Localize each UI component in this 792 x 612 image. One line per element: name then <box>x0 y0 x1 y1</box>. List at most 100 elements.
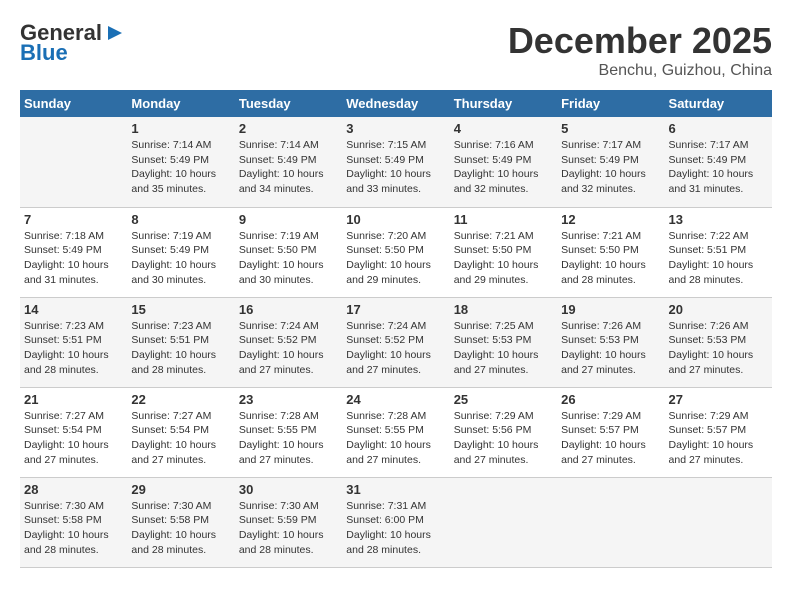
calendar-cell: 31 Sunrise: 7:31 AMSunset: 6:00 PMDayligh… <box>342 477 449 567</box>
header-sunday: Sunday <box>20 90 127 117</box>
calendar-cell: 23Sunrise: 7:28 AMSunset: 5:55 PMDayligh… <box>235 387 342 477</box>
day-number: 22 <box>131 392 230 407</box>
day-number: 26 <box>561 392 660 407</box>
day-info: Sunrise: 7:14 AMSunset: 5:49 PMDaylight:… <box>239 138 338 197</box>
day-info: Sunrise: 7:16 AMSunset: 5:49 PMDaylight:… <box>454 138 553 197</box>
day-info: Sunrise: 7:30 AMSunset: 5:58 PMDaylight:… <box>24 499 123 558</box>
calendar-cell: 6 Sunrise: 7:17 AMSunset: 5:49 PMDaylight… <box>665 117 772 207</box>
day-number: 21 <box>24 392 123 407</box>
calendar-cell: 19 Sunrise: 7:26 AMSunset: 5:53 PMDayligh… <box>557 297 664 387</box>
calendar-cell: 22 Sunrise: 7:27 AMSunset: 5:54 PMDayligh… <box>127 387 234 477</box>
day-number: 14 <box>24 302 123 317</box>
day-number: 12 <box>561 212 660 227</box>
day-number: 1 <box>131 121 230 136</box>
calendar-week-3: 14 Sunrise: 7:23 AMSunset: 5:51 PMDayligh… <box>20 297 772 387</box>
day-number: 3 <box>346 121 445 136</box>
day-info: Sunrise: 7:24 AMSunset: 5:52 PMDaylight:… <box>239 319 338 378</box>
calendar-week-5: 28Sunrise: 7:30 AMSunset: 5:58 PMDayligh… <box>20 477 772 567</box>
calendar-cell <box>557 477 664 567</box>
day-info: Sunrise: 7:15 AMSunset: 5:49 PMDaylight:… <box>346 138 445 197</box>
calendar-cell: 30 Sunrise: 7:30 AMSunset: 5:59 PMDayligh… <box>235 477 342 567</box>
day-number: 2 <box>239 121 338 136</box>
day-number: 7 <box>24 212 123 227</box>
calendar-cell: 27Sunrise: 7:29 AMSunset: 5:57 PMDayligh… <box>665 387 772 477</box>
logo-arrow-icon <box>104 22 126 44</box>
calendar-cell: 21 Sunrise: 7:27 AMSunset: 5:54 PMDayligh… <box>20 387 127 477</box>
day-number: 31 <box>346 482 445 497</box>
calendar-cell: 9Sunrise: 7:19 AMSunset: 5:50 PMDaylight… <box>235 207 342 297</box>
day-info: Sunrise: 7:28 AMSunset: 5:55 PMDaylight:… <box>346 409 445 468</box>
calendar-cell: 8 Sunrise: 7:19 AMSunset: 5:49 PMDaylight… <box>127 207 234 297</box>
header-monday: Monday <box>127 90 234 117</box>
day-info: Sunrise: 7:14 AMSunset: 5:49 PMDaylight:… <box>131 138 230 197</box>
calendar-cell: 13 Sunrise: 7:22 AMSunset: 5:51 PMDayligh… <box>665 207 772 297</box>
calendar-cell: 16 Sunrise: 7:24 AMSunset: 5:52 PMDayligh… <box>235 297 342 387</box>
day-number: 20 <box>669 302 768 317</box>
calendar-cell: 17 Sunrise: 7:24 AMSunset: 5:52 PMDayligh… <box>342 297 449 387</box>
day-info: Sunrise: 7:27 AMSunset: 5:54 PMDaylight:… <box>131 409 230 468</box>
calendar-week-4: 21 Sunrise: 7:27 AMSunset: 5:54 PMDayligh… <box>20 387 772 477</box>
day-info: Sunrise: 7:17 AMSunset: 5:49 PMDaylight:… <box>669 138 768 197</box>
day-info: Sunrise: 7:30 AMSunset: 5:58 PMDaylight:… <box>131 499 230 558</box>
day-info: Sunrise: 7:17 AMSunset: 5:49 PMDaylight:… <box>561 138 660 197</box>
calendar-cell: 14 Sunrise: 7:23 AMSunset: 5:51 PMDayligh… <box>20 297 127 387</box>
day-info: Sunrise: 7:24 AMSunset: 5:52 PMDaylight:… <box>346 319 445 378</box>
calendar-cell: 20Sunrise: 7:26 AMSunset: 5:53 PMDayligh… <box>665 297 772 387</box>
header-friday: Friday <box>557 90 664 117</box>
day-number: 11 <box>454 212 553 227</box>
calendar-cell: 4 Sunrise: 7:16 AMSunset: 5:49 PMDaylight… <box>450 117 557 207</box>
day-info: Sunrise: 7:29 AMSunset: 5:57 PMDaylight:… <box>561 409 660 468</box>
day-number: 30 <box>239 482 338 497</box>
day-number: 13 <box>669 212 768 227</box>
day-number: 18 <box>454 302 553 317</box>
header-thursday: Thursday <box>450 90 557 117</box>
calendar-week-1: 1 Sunrise: 7:14 AMSunset: 5:49 PMDaylight… <box>20 117 772 207</box>
day-info: Sunrise: 7:22 AMSunset: 5:51 PMDaylight:… <box>669 229 768 288</box>
calendar-cell: 26 Sunrise: 7:29 AMSunset: 5:57 PMDayligh… <box>557 387 664 477</box>
day-info: Sunrise: 7:31 AMSunset: 6:00 PMDaylight:… <box>346 499 445 558</box>
calendar-header-row: SundayMondayTuesdayWednesdayThursdayFrid… <box>20 90 772 117</box>
calendar-cell: 5 Sunrise: 7:17 AMSunset: 5:49 PMDaylight… <box>557 117 664 207</box>
day-number: 23 <box>239 392 338 407</box>
day-info: Sunrise: 7:29 AMSunset: 5:56 PMDaylight:… <box>454 409 553 468</box>
day-number: 27 <box>669 392 768 407</box>
calendar-cell: 25 Sunrise: 7:29 AMSunset: 5:56 PMDayligh… <box>450 387 557 477</box>
day-number: 16 <box>239 302 338 317</box>
page-subtitle: Benchu, Guizhou, China <box>508 62 772 80</box>
header-saturday: Saturday <box>665 90 772 117</box>
calendar-cell: 11 Sunrise: 7:21 AMSunset: 5:50 PMDayligh… <box>450 207 557 297</box>
day-number: 9 <box>239 212 338 227</box>
day-info: Sunrise: 7:21 AMSunset: 5:50 PMDaylight:… <box>454 229 553 288</box>
calendar-cell: 18 Sunrise: 7:25 AMSunset: 5:53 PMDayligh… <box>450 297 557 387</box>
day-number: 8 <box>131 212 230 227</box>
calendar-cell: 2 Sunrise: 7:14 AMSunset: 5:49 PMDaylight… <box>235 117 342 207</box>
header-tuesday: Tuesday <box>235 90 342 117</box>
day-info: Sunrise: 7:20 AMSunset: 5:50 PMDaylight:… <box>346 229 445 288</box>
day-number: 15 <box>131 302 230 317</box>
day-number: 25 <box>454 392 553 407</box>
calendar-cell: 28Sunrise: 7:30 AMSunset: 5:58 PMDayligh… <box>20 477 127 567</box>
calendar-cell: 12Sunrise: 7:21 AMSunset: 5:50 PMDayligh… <box>557 207 664 297</box>
day-number: 29 <box>131 482 230 497</box>
calendar-cell: 1 Sunrise: 7:14 AMSunset: 5:49 PMDaylight… <box>127 117 234 207</box>
day-number: 5 <box>561 121 660 136</box>
day-info: Sunrise: 7:25 AMSunset: 5:53 PMDaylight:… <box>454 319 553 378</box>
day-number: 17 <box>346 302 445 317</box>
day-info: Sunrise: 7:23 AMSunset: 5:51 PMDaylight:… <box>131 319 230 378</box>
calendar-week-2: 7Sunrise: 7:18 AMSunset: 5:49 PMDaylight… <box>20 207 772 297</box>
day-number: 10 <box>346 212 445 227</box>
day-info: Sunrise: 7:19 AMSunset: 5:49 PMDaylight:… <box>131 229 230 288</box>
day-number: 19 <box>561 302 660 317</box>
calendar-cell: 10 Sunrise: 7:20 AMSunset: 5:50 PMDayligh… <box>342 207 449 297</box>
day-number: 4 <box>454 121 553 136</box>
day-info: Sunrise: 7:30 AMSunset: 5:59 PMDaylight:… <box>239 499 338 558</box>
calendar-table: SundayMondayTuesdayWednesdayThursdayFrid… <box>20 90 772 568</box>
day-info: Sunrise: 7:23 AMSunset: 5:51 PMDaylight:… <box>24 319 123 378</box>
calendar-cell <box>665 477 772 567</box>
day-info: Sunrise: 7:26 AMSunset: 5:53 PMDaylight:… <box>561 319 660 378</box>
day-info: Sunrise: 7:27 AMSunset: 5:54 PMDaylight:… <box>24 409 123 468</box>
page-title: December 2025 <box>508 20 772 62</box>
calendar-cell: 24Sunrise: 7:28 AMSunset: 5:55 PMDayligh… <box>342 387 449 477</box>
day-number: 6 <box>669 121 768 136</box>
title-block: December 2025 Benchu, Guizhou, China <box>508 20 772 80</box>
